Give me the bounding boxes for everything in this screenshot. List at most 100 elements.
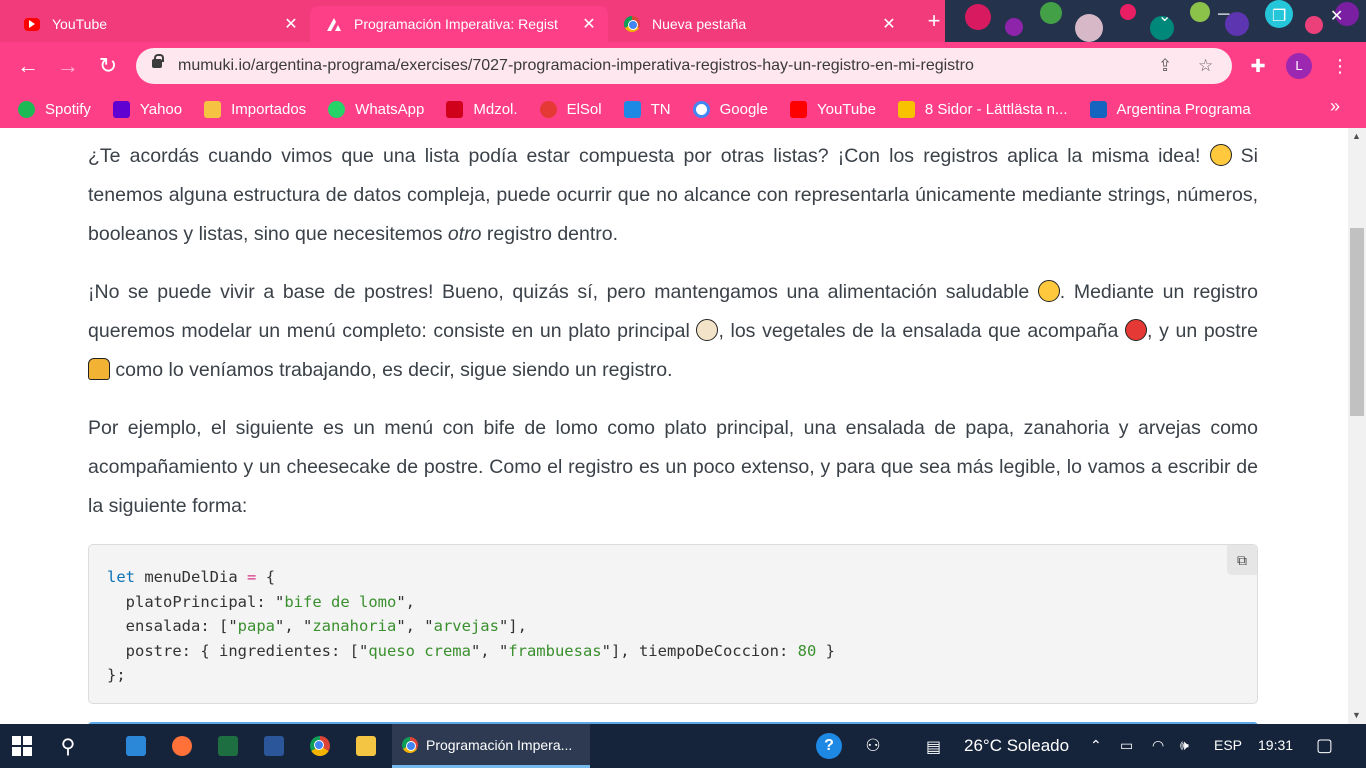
scrollbar-thumb[interactable] xyxy=(1350,228,1364,416)
paragraph-2: ¡No se puede vivir a base de postres! Bu… xyxy=(88,280,1259,381)
people-icon[interactable]: ⚇ xyxy=(860,732,886,760)
windows-start-icon[interactable] xyxy=(10,732,34,760)
bookmark-youtube[interactable]: YouTube xyxy=(789,100,876,118)
bookmark-label: YouTube xyxy=(816,100,876,118)
lock-icon[interactable] xyxy=(152,54,164,68)
plate-emoji-icon xyxy=(696,319,719,341)
astonished-emoji-icon xyxy=(1209,144,1232,166)
windows-taskbar: ⚲ Programación Impera... ? ⚇ ▤ 26°C Sole… xyxy=(0,724,1366,768)
tab-nueva-pestana[interactable]: Nueva pestaña ✕ xyxy=(608,6,908,42)
bookmark-star-icon[interactable]: ☆ xyxy=(1198,56,1213,76)
profile-avatar[interactable]: L xyxy=(1286,53,1312,79)
reload-icon[interactable]: ↻ xyxy=(94,52,122,80)
bookmark-mdzol[interactable]: Mdzol. xyxy=(446,100,518,118)
clock[interactable]: 19:31 xyxy=(1258,737,1293,753)
tab-title: YouTube xyxy=(52,16,108,32)
close-icon[interactable]: ✕ xyxy=(580,14,598,34)
battery-icon[interactable]: ▭ xyxy=(1120,737,1133,754)
bookmark-label: 8 Sidor - Lättlästa n... xyxy=(924,100,1068,118)
firefox-icon[interactable] xyxy=(170,732,194,760)
minimize-icon[interactable]: ─ xyxy=(1218,6,1229,24)
bookmark-importados[interactable]: Importados xyxy=(204,100,307,118)
mdzol-icon xyxy=(446,100,464,118)
bookmark-label: TN xyxy=(650,100,671,118)
back-arrow-icon[interactable]: ← xyxy=(14,52,42,80)
code-block: ⧉ let menuDelDia = { platoPrincipal: "bi… xyxy=(88,544,1258,704)
extensions-puzzle-icon[interactable]: ✚ xyxy=(1244,52,1272,80)
bookmark-label: Yahoo xyxy=(139,100,183,118)
bookmark-label: Importados xyxy=(231,100,307,118)
bookmark-tn[interactable]: TN xyxy=(623,100,671,118)
chrome-icon xyxy=(402,736,418,753)
weather-text[interactable]: 26°C Soleado xyxy=(964,736,1069,756)
wifi-icon[interactable]: ◠ xyxy=(1152,737,1164,754)
scroll-down-icon[interactable]: ▼ xyxy=(1352,710,1361,720)
tn-icon xyxy=(623,100,641,118)
address-bar[interactable]: mumuki.io/argentina-programa/exercises/7… xyxy=(136,48,1232,84)
close-icon[interactable]: ✕ xyxy=(282,14,300,34)
copy-icon[interactable]: ⧉ xyxy=(1227,545,1257,575)
bookmark-yahoo[interactable]: Yahoo xyxy=(112,100,183,118)
forward-arrow-icon[interactable]: → xyxy=(54,52,82,80)
bookmark-label: Argentina Programa xyxy=(1116,100,1251,118)
8sidor-icon xyxy=(897,100,915,118)
tab-youtube[interactable]: YouTube ✕ xyxy=(8,6,310,42)
bookmark-label: ElSol xyxy=(566,100,602,118)
url-text[interactable]: mumuki.io/argentina-programa/exercises/7… xyxy=(178,57,974,75)
mumuki-icon xyxy=(326,16,342,32)
bookmark-argentina-programa[interactable]: Argentina Programa xyxy=(1089,100,1251,118)
page-content: ¿Te acordás cuando vimos que una lista p… xyxy=(0,128,1348,724)
chrome-icon xyxy=(624,16,640,32)
code-text: let menuDelDia = { platoPrincipal: "bife… xyxy=(107,568,835,684)
spotify-icon xyxy=(18,100,35,118)
tab-programacion-imperativa[interactable]: Programación Imperativa: Regist ✕ xyxy=(310,6,608,42)
tongue-emoji-icon xyxy=(1037,280,1060,302)
bookmark-whatsapp[interactable]: WhatsApp xyxy=(328,100,425,118)
bookmark-label: Mdzol. xyxy=(473,100,518,118)
bookmark-8sidor[interactable]: 8 Sidor - Lättlästa n... xyxy=(897,100,1068,118)
youtube-icon xyxy=(789,100,807,118)
theme-decoration xyxy=(945,0,1366,42)
file-explorer-icon[interactable] xyxy=(354,732,378,760)
folder-icon xyxy=(204,100,222,118)
menu-kebab-icon[interactable]: ⋮ xyxy=(1326,52,1354,80)
language-indicator[interactable]: ESP xyxy=(1214,737,1242,753)
bookmarks-bar: Spotify Yahoo Importados WhatsApp Mdzol.… xyxy=(0,90,1366,128)
mumuki-icon xyxy=(1089,100,1107,118)
active-window-label: Programación Impera... xyxy=(426,736,573,753)
bookmark-label: WhatsApp xyxy=(355,100,425,118)
close-icon[interactable]: ✕ xyxy=(880,14,898,34)
volume-icon[interactable]: 🕪 xyxy=(1180,737,1189,754)
browser-toolbar: ← → ↻ mumuki.io/argentina-programa/exerc… xyxy=(0,42,1366,90)
word-icon[interactable] xyxy=(262,732,286,760)
taskbar-active-window[interactable]: Programación Impera... xyxy=(392,724,590,768)
notifications-icon[interactable]: ▢ xyxy=(1316,735,1333,756)
mail-icon[interactable] xyxy=(124,732,148,760)
yahoo-mail-icon xyxy=(112,100,130,118)
page-scrollbar[interactable]: ▲ ▼ xyxy=(1348,128,1366,724)
chrome-icon[interactable] xyxy=(308,732,332,760)
bookmark-google[interactable]: Google xyxy=(692,100,768,118)
tomato-emoji-icon xyxy=(1125,319,1148,341)
weather-icon[interactable]: ▤ xyxy=(926,737,941,757)
tab-title: Programación Imperativa: Regist xyxy=(354,16,558,32)
window-close-icon[interactable]: ✕ xyxy=(1330,6,1343,26)
help-icon[interactable]: ? xyxy=(814,732,844,760)
more-bookmarks-button[interactable]: » xyxy=(1330,96,1340,117)
share-icon[interactable]: ⇪ xyxy=(1158,56,1172,76)
paragraph-1: ¿Te acordás cuando vimos que una lista p… xyxy=(88,144,1258,245)
new-tab-button[interactable]: + xyxy=(920,9,948,35)
whatsapp-icon xyxy=(328,100,346,118)
bookmark-label: Google xyxy=(719,100,768,118)
youtube-icon xyxy=(24,17,40,31)
bookmark-spotify[interactable]: Spotify xyxy=(18,100,91,118)
flan-emoji-icon xyxy=(88,358,110,380)
search-icon[interactable]: ⚲ xyxy=(56,732,80,760)
scroll-up-icon[interactable]: ▲ xyxy=(1352,131,1361,141)
tab-search-chevron-icon[interactable]: ⌄ xyxy=(1158,6,1171,26)
maximize-icon[interactable]: ❐ xyxy=(1272,6,1286,26)
excel-icon[interactable] xyxy=(216,732,240,760)
bookmark-elsol[interactable]: ElSol xyxy=(539,100,602,118)
chevron-up-icon[interactable]: ⌃ xyxy=(1090,737,1102,754)
bookmark-label: Spotify xyxy=(45,100,91,118)
